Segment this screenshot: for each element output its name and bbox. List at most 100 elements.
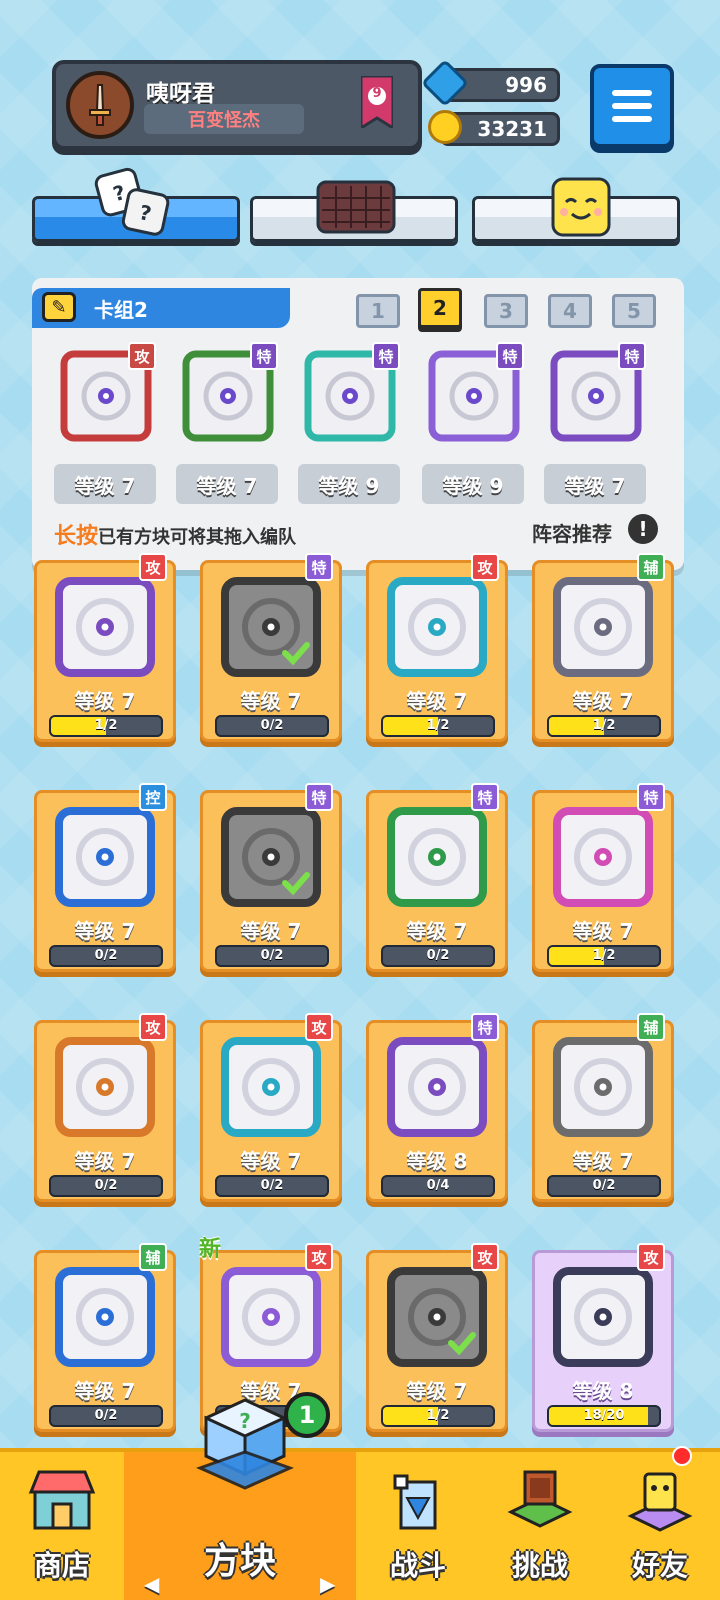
block-type-badge: 辅 bbox=[637, 553, 665, 581]
nav-shop-label: 商店 bbox=[33, 1549, 90, 1582]
block-level: 等级 7 bbox=[74, 919, 136, 943]
upgrade-progress-bar: 1/2 bbox=[381, 1405, 495, 1427]
drag-hint: 长按已有方块可将其拖入编队 bbox=[54, 518, 296, 550]
deck-panel: 卡组2 ✎ 1 2 3 4 5 攻等级 7 特等级 7 特等级 9 特 等级 9… bbox=[32, 278, 684, 570]
left-arrow-icon[interactable]: ◀ bbox=[144, 1572, 159, 1596]
block-level: 等级 7 bbox=[572, 919, 634, 943]
block-art-icon bbox=[385, 805, 489, 909]
nav-friends-label: 好友 bbox=[631, 1549, 688, 1582]
deck-card-type-badge: 特 bbox=[372, 342, 400, 370]
block-type-badge: 特 bbox=[471, 1013, 499, 1041]
block-art-icon bbox=[53, 805, 157, 909]
block-type-badge: 攻 bbox=[305, 1013, 333, 1041]
rank-ribbon-icon: 9 bbox=[359, 74, 395, 131]
menu-icon bbox=[612, 90, 652, 96]
deck-card-level: 等级 7 bbox=[544, 464, 646, 504]
player-name: 咦呀君 bbox=[146, 81, 215, 107]
block-art-icon bbox=[385, 575, 489, 679]
block-art-icon bbox=[385, 1035, 489, 1139]
upgrade-progress-bar: 0/2 bbox=[381, 945, 495, 967]
upgrade-progress-text: 0/2 bbox=[592, 1178, 616, 1193]
block-type-badge: 攻 bbox=[305, 1243, 333, 1271]
block-level: 等级 8 bbox=[406, 1149, 468, 1173]
block-card[interactable]: 特等级 7 0/2 bbox=[200, 783, 342, 972]
nav-blocks-label: 方块 bbox=[203, 1541, 276, 1582]
block-card[interactable]: 辅等级 7 0/2 bbox=[532, 1013, 674, 1202]
nav-shop[interactable]: 商店 bbox=[0, 1452, 124, 1600]
block-type-badge: 辅 bbox=[637, 1013, 665, 1041]
nav-friends[interactable]: 好友 bbox=[598, 1452, 720, 1600]
board-grid-icon bbox=[316, 180, 396, 234]
dice-icon: ? ? bbox=[90, 166, 174, 240]
friends-character-icon bbox=[623, 1462, 697, 1536]
nav-challenge[interactable]: 挑战 bbox=[478, 1452, 602, 1600]
upgrade-progress-bar: 0/2 bbox=[49, 945, 163, 967]
block-card[interactable]: 特等级 7 0/2 bbox=[366, 783, 508, 972]
upgrade-progress-bar: 0/2 bbox=[215, 715, 329, 737]
block-card[interactable]: 攻等级 7 1/2 bbox=[366, 1243, 508, 1432]
deck-card[interactable]: 特 bbox=[548, 342, 646, 444]
block-level: 等级 8 bbox=[572, 1379, 634, 1403]
deck-card[interactable]: 攻 bbox=[58, 342, 156, 444]
coin-icon bbox=[428, 110, 462, 144]
block-card[interactable]: 攻等级 8 18/20 bbox=[532, 1243, 674, 1432]
deck-number-2[interactable]: 2 bbox=[418, 288, 462, 328]
block-type-badge: 攻 bbox=[139, 553, 167, 581]
deck-card-type-badge: 特 bbox=[496, 342, 524, 370]
block-level: 等级 7 bbox=[572, 1149, 634, 1173]
block-card[interactable]: 攻等级 7 0/2 bbox=[200, 1013, 342, 1202]
block-level: 等级 7 bbox=[74, 1149, 136, 1173]
block-art-icon bbox=[219, 1035, 323, 1139]
deck-number-1[interactable]: 1 bbox=[356, 294, 400, 328]
deck-number-3[interactable]: 3 bbox=[484, 294, 528, 328]
block-card[interactable]: 攻等级 7 1/2 bbox=[366, 553, 508, 742]
svg-text:?: ? bbox=[239, 1409, 251, 1433]
deck-number-5[interactable]: 5 bbox=[612, 294, 656, 328]
block-type-badge: 攻 bbox=[471, 1243, 499, 1271]
deck-card[interactable]: 特 bbox=[302, 342, 400, 444]
recommend-lineup-button[interactable]: 阵容推荐 bbox=[532, 518, 612, 547]
block-card[interactable]: 特等级 7 1/2 bbox=[532, 783, 674, 972]
upgrade-progress-bar: 0/2 bbox=[215, 945, 329, 967]
block-art-icon bbox=[551, 1265, 655, 1369]
sword-avatar-icon bbox=[66, 71, 134, 139]
deck-number-4[interactable]: 4 bbox=[548, 294, 592, 328]
upgrade-progress-bar: 0/2 bbox=[49, 1405, 163, 1427]
block-card[interactable]: 特等级 7 0/2 bbox=[200, 553, 342, 742]
info-icon[interactable]: ! bbox=[628, 514, 658, 544]
upgrade-progress-text: 0/2 bbox=[426, 948, 450, 963]
block-level: 等级 7 bbox=[406, 1379, 468, 1403]
rank-value: 9 bbox=[372, 86, 382, 101]
block-level: 等级 7 bbox=[240, 1149, 302, 1173]
deck-card-level: 等级 9 bbox=[298, 464, 400, 504]
deck-card[interactable]: 特 bbox=[426, 342, 524, 444]
block-type-badge: 攻 bbox=[637, 1243, 665, 1271]
block-level: 等级 7 bbox=[406, 919, 468, 943]
profile-panel[interactable]: 咦呀君 百变怪杰 9 bbox=[52, 60, 422, 150]
upgrade-progress-text: 0/2 bbox=[260, 948, 284, 963]
block-art-icon bbox=[53, 575, 157, 679]
menu-button[interactable] bbox=[590, 64, 674, 148]
nav-battle[interactable]: 战斗 bbox=[356, 1452, 480, 1600]
block-art-icon bbox=[551, 805, 655, 909]
block-type-badge: 特 bbox=[637, 783, 665, 811]
block-card[interactable]: 攻等级 7 1/2 bbox=[34, 553, 176, 742]
block-type-badge: 特 bbox=[471, 783, 499, 811]
block-card[interactable]: 攻等级 7 0/2 bbox=[34, 1013, 176, 1202]
block-card[interactable]: 特等级 8 0/4 bbox=[366, 1013, 508, 1202]
new-label: 新 bbox=[199, 1237, 222, 1262]
block-type-badge: 辅 bbox=[139, 1243, 167, 1271]
block-card[interactable]: 辅等级 7 1/2 bbox=[532, 553, 674, 742]
upgrade-progress-bar: 1/2 bbox=[547, 715, 661, 737]
deck-card-level: 等级 9 bbox=[422, 464, 524, 504]
block-card[interactable]: 辅等级 7 0/2 bbox=[34, 1243, 176, 1432]
right-arrow-icon[interactable]: ▶ bbox=[320, 1572, 335, 1596]
block-art-icon bbox=[219, 575, 323, 679]
block-card[interactable]: 控等级 7 0/2 bbox=[34, 783, 176, 972]
deck-card[interactable]: 特 bbox=[180, 342, 278, 444]
pencil-edit-icon[interactable]: ✎ bbox=[42, 292, 76, 322]
block-level: 等级 7 bbox=[240, 919, 302, 943]
upgrade-progress-bar: 0/4 bbox=[381, 1175, 495, 1197]
block-level: 等级 7 bbox=[240, 689, 302, 713]
shop-icon bbox=[25, 1462, 99, 1536]
